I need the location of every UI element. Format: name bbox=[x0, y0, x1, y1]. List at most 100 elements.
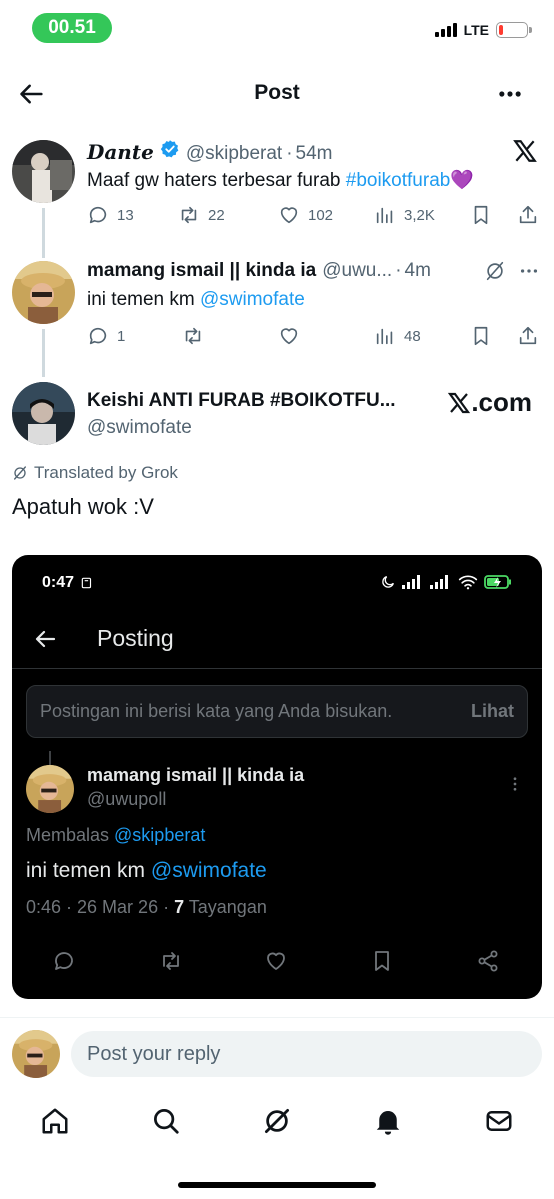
analytics-icon bbox=[376, 328, 393, 345]
x-logo-icon bbox=[448, 392, 471, 413]
share-icon bbox=[519, 326, 537, 345]
avatar bbox=[26, 765, 74, 813]
back-arrow-icon bbox=[35, 630, 56, 648]
source-label: .com bbox=[447, 387, 532, 418]
analytics-icon bbox=[376, 207, 393, 224]
post-header: Keishi ANTI FURAB #BOIKOTFU... bbox=[87, 390, 396, 412]
divider bbox=[0, 1017, 554, 1018]
post-text: Apatuh wok :V bbox=[12, 494, 154, 519]
bookmark-icon bbox=[375, 951, 389, 971]
views-button[interactable]: 48 bbox=[374, 325, 421, 347]
reply-icon bbox=[89, 206, 107, 224]
author-handle[interactable]: @swimofate bbox=[87, 417, 192, 439]
avatar[interactable] bbox=[12, 382, 75, 445]
share-button[interactable] bbox=[517, 204, 539, 226]
embed-author-handle: @uwupoll bbox=[87, 789, 167, 809]
messages-icon[interactable] bbox=[484, 1106, 514, 1136]
repost-button[interactable] bbox=[182, 325, 204, 347]
author-name[interactable]: mamang ismail || kinda ia bbox=[87, 260, 316, 282]
grok-icon[interactable] bbox=[262, 1106, 292, 1136]
show-button: Lihat bbox=[471, 701, 514, 721]
grok-icon bbox=[14, 466, 26, 480]
post-time: 4m bbox=[404, 260, 431, 281]
post-header: Dante @skipberat · 54m bbox=[87, 140, 333, 165]
bookmark-button[interactable] bbox=[470, 325, 492, 347]
reply-button[interactable]: 13 bbox=[87, 204, 134, 226]
embed-post-meta: 0:46 · 26 Mar 26 · 7 Tayangan bbox=[26, 897, 267, 917]
embed-post-text: ini temen km @swimofate bbox=[26, 859, 267, 882]
translation-label[interactable]: Translated by Grok bbox=[12, 463, 178, 483]
avatar[interactable] bbox=[12, 140, 75, 203]
repost-icon bbox=[163, 952, 179, 970]
verified-badge-icon bbox=[160, 140, 179, 158]
network-label: LTE bbox=[463, 22, 489, 38]
embed-time: 0:47 bbox=[42, 574, 75, 591]
heart-icon bbox=[267, 952, 285, 970]
heart-emoji: 💜 bbox=[450, 170, 474, 191]
replying-to: Membalas @skipberat bbox=[26, 825, 206, 845]
signal-icon bbox=[434, 23, 457, 37]
embed-top-bar: Posting bbox=[12, 617, 542, 669]
post-text: Maaf gw haters terbesar furab #boikotfur… bbox=[87, 170, 474, 191]
like-button[interactable]: 102 bbox=[278, 204, 333, 226]
attached-screenshot[interactable]: 0:47 Posting Postingan ini berisi kata y… bbox=[12, 555, 542, 999]
top-bar: Post bbox=[0, 70, 554, 118]
home-indicator bbox=[178, 1182, 376, 1188]
author-handle[interactable]: @uwu... bbox=[322, 260, 392, 282]
status-bar: 00.51 LTE bbox=[0, 0, 554, 60]
battery-icon bbox=[496, 22, 532, 38]
embed-actions bbox=[12, 949, 542, 977]
share-icon bbox=[478, 950, 498, 972]
notifications-icon[interactable] bbox=[373, 1106, 403, 1136]
reply-button[interactable]: 1 bbox=[87, 325, 125, 347]
hashtag-link[interactable]: #boikotfurab bbox=[346, 170, 451, 191]
mention-link[interactable]: @swimofate bbox=[200, 289, 305, 310]
author-name[interactable]: Dante bbox=[87, 140, 154, 164]
more-options-icon[interactable] bbox=[518, 260, 540, 282]
signal-icon bbox=[430, 575, 448, 589]
moon-icon bbox=[382, 576, 394, 588]
like-button[interactable] bbox=[278, 325, 300, 347]
reply-icon bbox=[55, 952, 73, 970]
signal-icon bbox=[402, 575, 420, 589]
battery-charging-icon bbox=[484, 575, 511, 589]
thread-line bbox=[42, 329, 45, 377]
muted-notice: Postingan ini berisi kata yang Anda bisu… bbox=[26, 685, 528, 738]
author-name[interactable]: Keishi ANTI FURAB #BOIKOTFU... bbox=[87, 390, 396, 412]
embed-title: Posting bbox=[97, 625, 174, 651]
author-handle[interactable]: @skipberat bbox=[186, 143, 282, 165]
heart-icon bbox=[280, 328, 298, 345]
embed-status-bar: 0:47 bbox=[12, 555, 542, 605]
status-icons: LTE bbox=[434, 22, 532, 38]
page-title: Post bbox=[254, 81, 300, 104]
home-icon[interactable] bbox=[40, 1106, 70, 1136]
reply-input[interactable]: Post your reply bbox=[71, 1031, 542, 1077]
bookmark-icon bbox=[474, 326, 488, 346]
views-button[interactable]: 3,2K bbox=[374, 204, 435, 226]
status-time: 00.51 bbox=[32, 13, 112, 43]
repost-icon bbox=[181, 206, 197, 224]
more-vertical-icon bbox=[513, 777, 517, 791]
wifi-icon bbox=[458, 575, 478, 590]
bottom-nav bbox=[0, 1098, 554, 1146]
post-header: mamang ismail || kinda ia @uwu... · 4m bbox=[87, 260, 431, 282]
thread-line bbox=[42, 208, 45, 258]
repost-button[interactable]: 22 bbox=[178, 204, 225, 226]
heart-icon bbox=[280, 207, 298, 224]
x-logo-icon bbox=[513, 140, 537, 162]
bookmark-icon bbox=[474, 205, 488, 225]
post-time: 54m bbox=[295, 143, 333, 164]
user-avatar[interactable] bbox=[12, 1030, 60, 1078]
share-icon bbox=[519, 205, 537, 224]
reply-icon bbox=[89, 327, 107, 345]
bookmark-button[interactable] bbox=[470, 204, 492, 226]
screenshot-icon bbox=[81, 577, 92, 589]
repost-icon bbox=[185, 327, 201, 345]
embed-author-name: mamang ismail || kinda ia bbox=[87, 765, 305, 785]
thread-line bbox=[49, 751, 51, 765]
grok-icon[interactable] bbox=[484, 260, 506, 282]
avatar[interactable] bbox=[12, 261, 75, 324]
more-options-icon[interactable] bbox=[496, 80, 524, 108]
share-button[interactable] bbox=[517, 325, 539, 347]
search-icon[interactable] bbox=[151, 1106, 181, 1136]
